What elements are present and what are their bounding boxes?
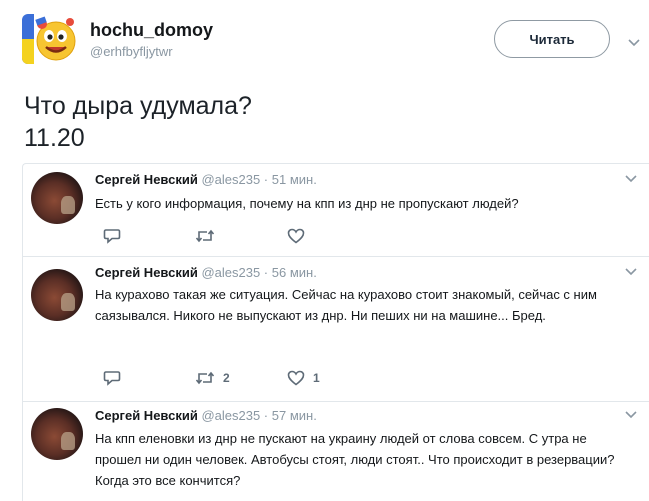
retweet-button[interactable] (195, 229, 287, 243)
caret-down-icon[interactable] (625, 406, 637, 422)
reply-meta: @ales235 · 51 мин. (201, 172, 317, 187)
caret-down-icon[interactable] (625, 170, 637, 186)
like-icon (287, 370, 305, 386)
reply-item[interactable]: Сергей Невский @ales235 · 57 мин. На кпп… (23, 402, 649, 501)
reply-actions: 2 1 (103, 370, 320, 386)
caret-down-icon[interactable] (625, 263, 637, 279)
retweet-icon (195, 229, 215, 243)
reply-author-name[interactable]: Сергей Невский (95, 172, 198, 187)
reply-avatar[interactable] (31, 408, 83, 460)
like-icon (287, 228, 305, 244)
tweet-text-line: Что дыра удумала? (24, 92, 252, 120)
caret-down-icon[interactable] (628, 34, 640, 50)
reply-text: На курахово такая же ситуация. Сейчас на… (95, 287, 597, 323)
avatar-emoji (22, 14, 76, 64)
reply-author[interactable]: Сергей Невский @ales235 · 51 мин. (95, 172, 317, 187)
reply-author[interactable]: Сергей Невский @ales235 · 56 мин. (95, 265, 317, 280)
retweet-button[interactable]: 2 (195, 371, 287, 385)
reply-avatar[interactable] (31, 172, 83, 224)
like-count: 1 (313, 371, 320, 385)
reply-meta: @ales235 · 56 мин. (201, 265, 317, 280)
reply-author-name[interactable]: Сергей Невский (95, 265, 198, 280)
author-display-name[interactable]: hochu_domoy (90, 20, 213, 41)
reply-text: На кпп еленовки из днр не пускают на укр… (95, 431, 615, 488)
tweet-text-line: 11.20 (24, 124, 85, 152)
author-handle[interactable]: @erhfbyfljytwr (90, 44, 173, 59)
follow-button[interactable]: Читать (494, 20, 610, 58)
reply-meta: @ales235 · 57 мин. (201, 408, 317, 423)
reply-item[interactable]: Сергей Невский @ales235 · 51 мин. Есть у… (23, 164, 649, 257)
reply-icon (103, 229, 121, 244)
reply-icon (103, 371, 121, 386)
like-button[interactable]: 1 (287, 370, 320, 386)
reply-button[interactable] (103, 370, 195, 386)
reply-button[interactable] (103, 228, 195, 244)
tweet-header: hochu_domoy @erhfbyfljytwr Читать (0, 0, 649, 80)
author-avatar[interactable] (22, 14, 78, 64)
replies-list: Сергей Невский @ales235 · 51 мин. Есть у… (22, 163, 649, 501)
reply-actions (103, 228, 313, 244)
tweet-text: Что дыра удумала? 11.20 (24, 90, 252, 154)
reply-author[interactable]: Сергей Невский @ales235 · 57 мин. (95, 408, 317, 423)
retweet-icon (195, 371, 215, 385)
like-button[interactable] (287, 228, 313, 244)
reply-text: Есть у кого информация, почему на кпп из… (95, 196, 519, 211)
reply-avatar[interactable] (31, 269, 83, 321)
reply-item[interactable]: Сергей Невский @ales235 · 56 мин. На кур… (23, 257, 649, 402)
reply-author-name[interactable]: Сергей Невский (95, 408, 198, 423)
retweet-count: 2 (223, 371, 230, 385)
